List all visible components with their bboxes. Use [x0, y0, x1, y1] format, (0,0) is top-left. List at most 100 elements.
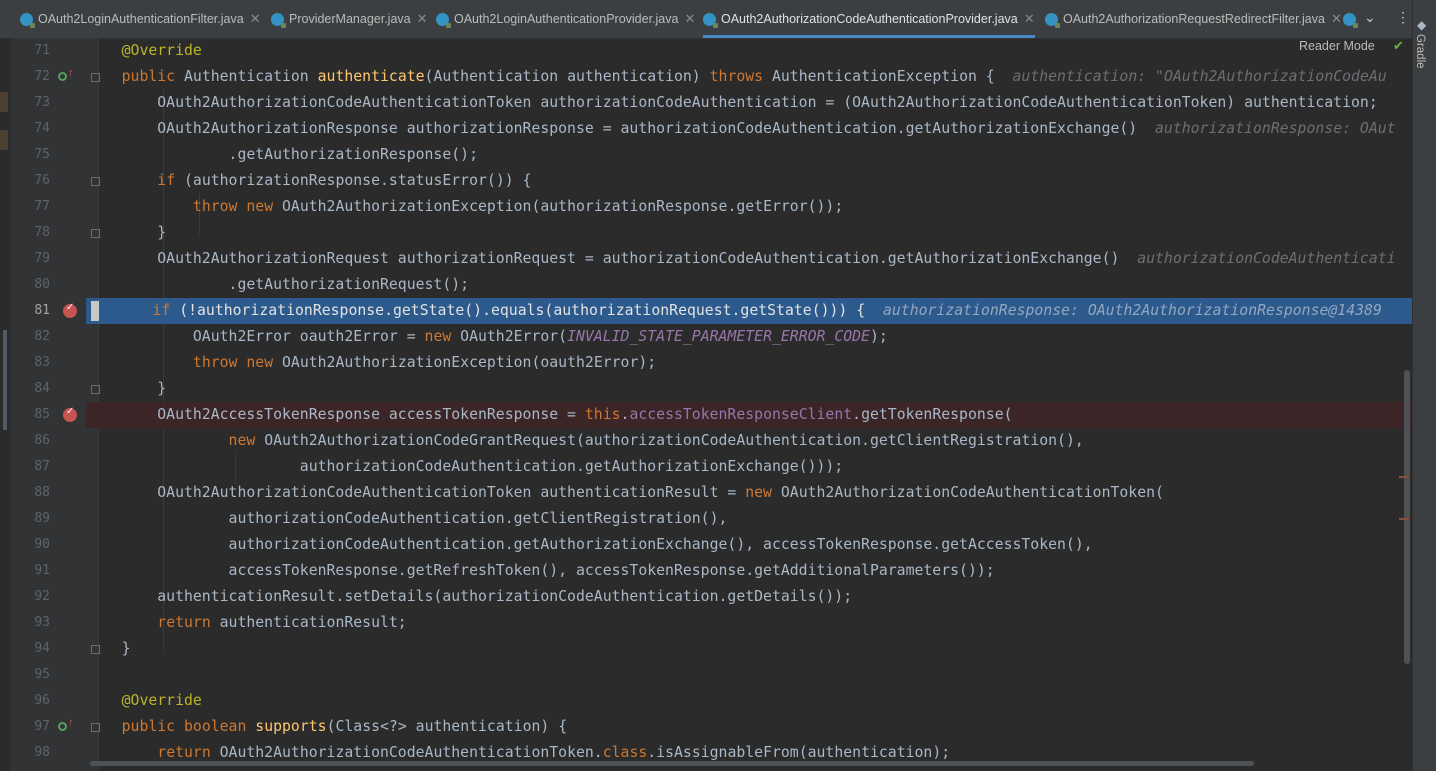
- code-line[interactable]: OAuth2AccessTokenResponse accessTokenRes…: [86, 402, 1412, 428]
- line-number[interactable]: 80: [20, 277, 50, 292]
- code-line[interactable]: throw new OAuth2AuthorizationException(o…: [86, 350, 1412, 376]
- line-number[interactable]: 86: [20, 433, 50, 448]
- error-stripe-mark[interactable]: [1399, 476, 1409, 478]
- line-number[interactable]: 97: [20, 719, 50, 734]
- code-line[interactable]: }: [86, 636, 1412, 662]
- line-number[interactable]: 75: [20, 147, 50, 162]
- chevron-down-icon[interactable]: ⌄: [1364, 9, 1376, 26]
- line-number[interactable]: 91: [20, 563, 50, 578]
- code-text: return authenticationResult;: [157, 614, 407, 631]
- vertical-scrollbar-thumb[interactable]: [1404, 370, 1410, 664]
- line-number[interactable]: 84: [20, 381, 50, 396]
- line-number[interactable]: 92: [20, 589, 50, 604]
- override-method-icon[interactable]: [58, 722, 67, 731]
- line-number[interactable]: 93: [20, 615, 50, 630]
- line-number[interactable]: 96: [20, 693, 50, 708]
- inline-debug-value[interactable]: authorizationResponse: OAuth2Authorizati…: [865, 302, 1382, 319]
- breakpoint-icon[interactable]: [63, 406, 77, 422]
- override-arrow-icon: ↑: [68, 67, 74, 79]
- code-line[interactable]: OAuth2AuthorizationCodeAuthenticationTok…: [86, 90, 1412, 116]
- code-line[interactable]: authenticationResult.setDetails(authoriz…: [86, 584, 1412, 610]
- line-number[interactable]: 98: [20, 745, 50, 760]
- line-number[interactable]: 74: [20, 121, 50, 136]
- tab-provider-manager[interactable]: ProviderManager.java ✕: [271, 0, 428, 38]
- line-number[interactable]: 95: [20, 667, 50, 682]
- tab-label: OAuth2AuthorizationRequestRedirectFilter…: [1063, 12, 1325, 26]
- code-line[interactable]: .getAuthorizationRequest();: [86, 272, 1412, 298]
- tab-label: OAuth2LoginAuthenticationFilter.java: [38, 12, 244, 26]
- line-number[interactable]: 82: [20, 329, 50, 344]
- line-number[interactable]: 77: [20, 199, 50, 214]
- breakpoint-icon[interactable]: [63, 302, 77, 318]
- line-number[interactable]: 76: [20, 173, 50, 188]
- close-icon[interactable]: ✕: [684, 11, 695, 27]
- code-line[interactable]: accessTokenResponse.getRefreshToken(), a…: [86, 558, 1412, 584]
- gradle-tool-button[interactable]: Gradle: [1414, 34, 1426, 69]
- tab-oauth2-authorization-code-authentication-provider[interactable]: OAuth2AuthorizationCodeAuthenticationPro…: [703, 0, 1035, 38]
- code-line[interactable]: authorizationCodeAuthentication.getAutho…: [86, 532, 1412, 558]
- line-number[interactable]: 85: [20, 407, 50, 422]
- override-arrow-icon: ↑: [68, 717, 74, 729]
- code-line[interactable]: if (!authorizationResponse.getState().eq…: [86, 298, 1412, 324]
- code-line[interactable]: authorizationCodeAuthentication.getClien…: [86, 506, 1412, 532]
- line-number[interactable]: 90: [20, 537, 50, 552]
- left-strip-marker: [3, 330, 7, 430]
- line-number[interactable]: 87: [20, 459, 50, 474]
- code-line[interactable]: authorizationCodeAuthentication.getAutho…: [86, 454, 1412, 480]
- close-icon[interactable]: ✕: [250, 11, 261, 27]
- code-line[interactable]: @Override: [86, 38, 1412, 64]
- java-class-icon: [20, 12, 35, 28]
- code-text: }: [86, 224, 167, 241]
- code-line[interactable]: if (authorizationResponse.statusError())…: [86, 168, 1412, 194]
- gradle-icon[interactable]: ◆: [1417, 18, 1426, 32]
- inline-debug-value[interactable]: authorizationCodeAuthenticati: [1119, 250, 1395, 267]
- line-number[interactable]: 94: [20, 641, 50, 656]
- line-number[interactable]: 71: [20, 43, 50, 58]
- override-method-icon[interactable]: [58, 72, 67, 81]
- error-stripe-mark[interactable]: [1399, 518, 1409, 520]
- tab-oauth2-login-authentication-provider[interactable]: OAuth2LoginAuthenticationProvider.java ✕: [436, 0, 695, 38]
- close-icon[interactable]: ✕: [1331, 11, 1342, 27]
- code-line[interactable]: .getAuthorizationResponse();: [86, 142, 1412, 168]
- inline-debug-value[interactable]: authentication: "OAuth2AuthorizationCode…: [995, 68, 1387, 85]
- code-line[interactable]: return authenticationResult;: [86, 610, 1412, 636]
- code-line[interactable]: OAuth2AuthorizationResponse authorizatio…: [86, 116, 1412, 142]
- line-number[interactable]: 73: [20, 95, 50, 110]
- code-text: throw new OAuth2AuthorizationException(o…: [192, 354, 657, 371]
- code-text: public Authentication authenticate(Authe…: [121, 68, 995, 85]
- tab-oauth2-authorization-request-redirect-filter[interactable]: OAuth2AuthorizationRequestRedirectFilter…: [1045, 0, 1342, 38]
- code-line[interactable]: }: [86, 220, 1412, 246]
- java-class-icon: [271, 12, 286, 28]
- right-tool-window-strip: [1412, 0, 1436, 771]
- code-line[interactable]: [86, 662, 1412, 688]
- code-text: @Override: [121, 42, 202, 59]
- code-line[interactable]: OAuth2AuthorizationCodeAuthenticationTok…: [86, 480, 1412, 506]
- line-number[interactable]: 81: [20, 303, 50, 318]
- code-text: if (!authorizationResponse.getState().eq…: [152, 302, 866, 319]
- line-number[interactable]: 89: [20, 511, 50, 526]
- overflow-tab-icon[interactable]: [1343, 13, 1358, 28]
- line-number[interactable]: 83: [20, 355, 50, 370]
- code-line[interactable]: }: [86, 376, 1412, 402]
- line-number[interactable]: 72: [20, 69, 50, 84]
- code-line[interactable]: throw new OAuth2AuthorizationException(a…: [86, 194, 1412, 220]
- code-line[interactable]: public Authentication authenticate(Authe…: [86, 64, 1412, 90]
- tab-bar-edge: [0, 0, 10, 38]
- code-line[interactable]: OAuth2AuthorizationRequest authorization…: [86, 246, 1412, 272]
- horizontal-scrollbar-thumb[interactable]: [90, 761, 1254, 766]
- editor-tab-bar: OAuth2LoginAuthenticationFilter.java ✕ P…: [0, 0, 1436, 39]
- line-number[interactable]: 78: [20, 225, 50, 240]
- inline-debug-value[interactable]: authorizationResponse: OAut: [1137, 120, 1396, 137]
- reader-mode-button[interactable]: Reader Mode: [1299, 39, 1375, 53]
- code-line[interactable]: public boolean supports(Class<?> authent…: [86, 714, 1412, 740]
- close-icon[interactable]: ✕: [1024, 11, 1035, 27]
- code-line[interactable]: OAuth2Error oauth2Error = new OAuth2Erro…: [86, 324, 1412, 350]
- line-number[interactable]: 88: [20, 485, 50, 500]
- more-vertical-icon[interactable]: ⋮: [1396, 9, 1410, 26]
- code-line[interactable]: new OAuth2AuthorizationCodeGrantRequest(…: [86, 428, 1412, 454]
- close-icon[interactable]: ✕: [417, 11, 428, 27]
- tab-oauth2-login-authentication-filter[interactable]: OAuth2LoginAuthenticationFilter.java ✕: [20, 0, 261, 38]
- code-text: authorizationCodeAuthentication.getClien…: [86, 510, 728, 527]
- line-number[interactable]: 79: [20, 251, 50, 266]
- code-line[interactable]: @Override: [86, 688, 1412, 714]
